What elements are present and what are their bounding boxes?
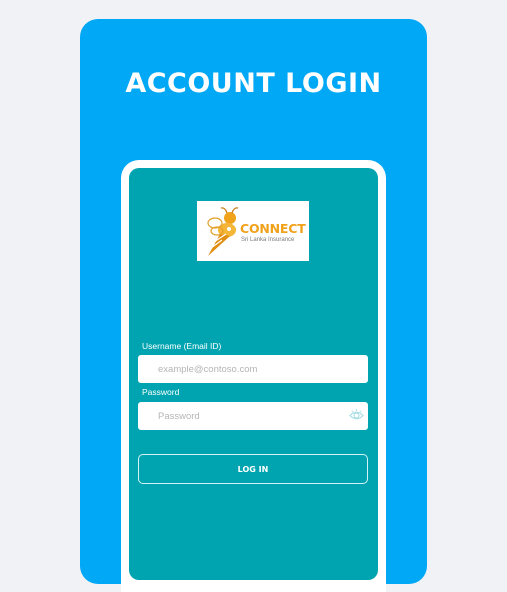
page-title: ACCOUNT LOGIN (125, 68, 382, 99)
logo-subtitle: Sri Lanka Insurance (241, 237, 295, 243)
password-input[interactable] (138, 402, 368, 430)
bee-logo-icon (207, 207, 239, 256)
company-logo: CONNECT Sri Lanka Insurance (197, 201, 309, 261)
username-label: Username (Email ID) (142, 341, 222, 351)
login-button[interactable]: LOG IN (138, 454, 368, 484)
username-input[interactable] (138, 355, 368, 383)
password-label: Password (142, 387, 180, 397)
eye-icon[interactable] (349, 408, 364, 423)
logo-brand-text: CONNECT (240, 221, 306, 236)
